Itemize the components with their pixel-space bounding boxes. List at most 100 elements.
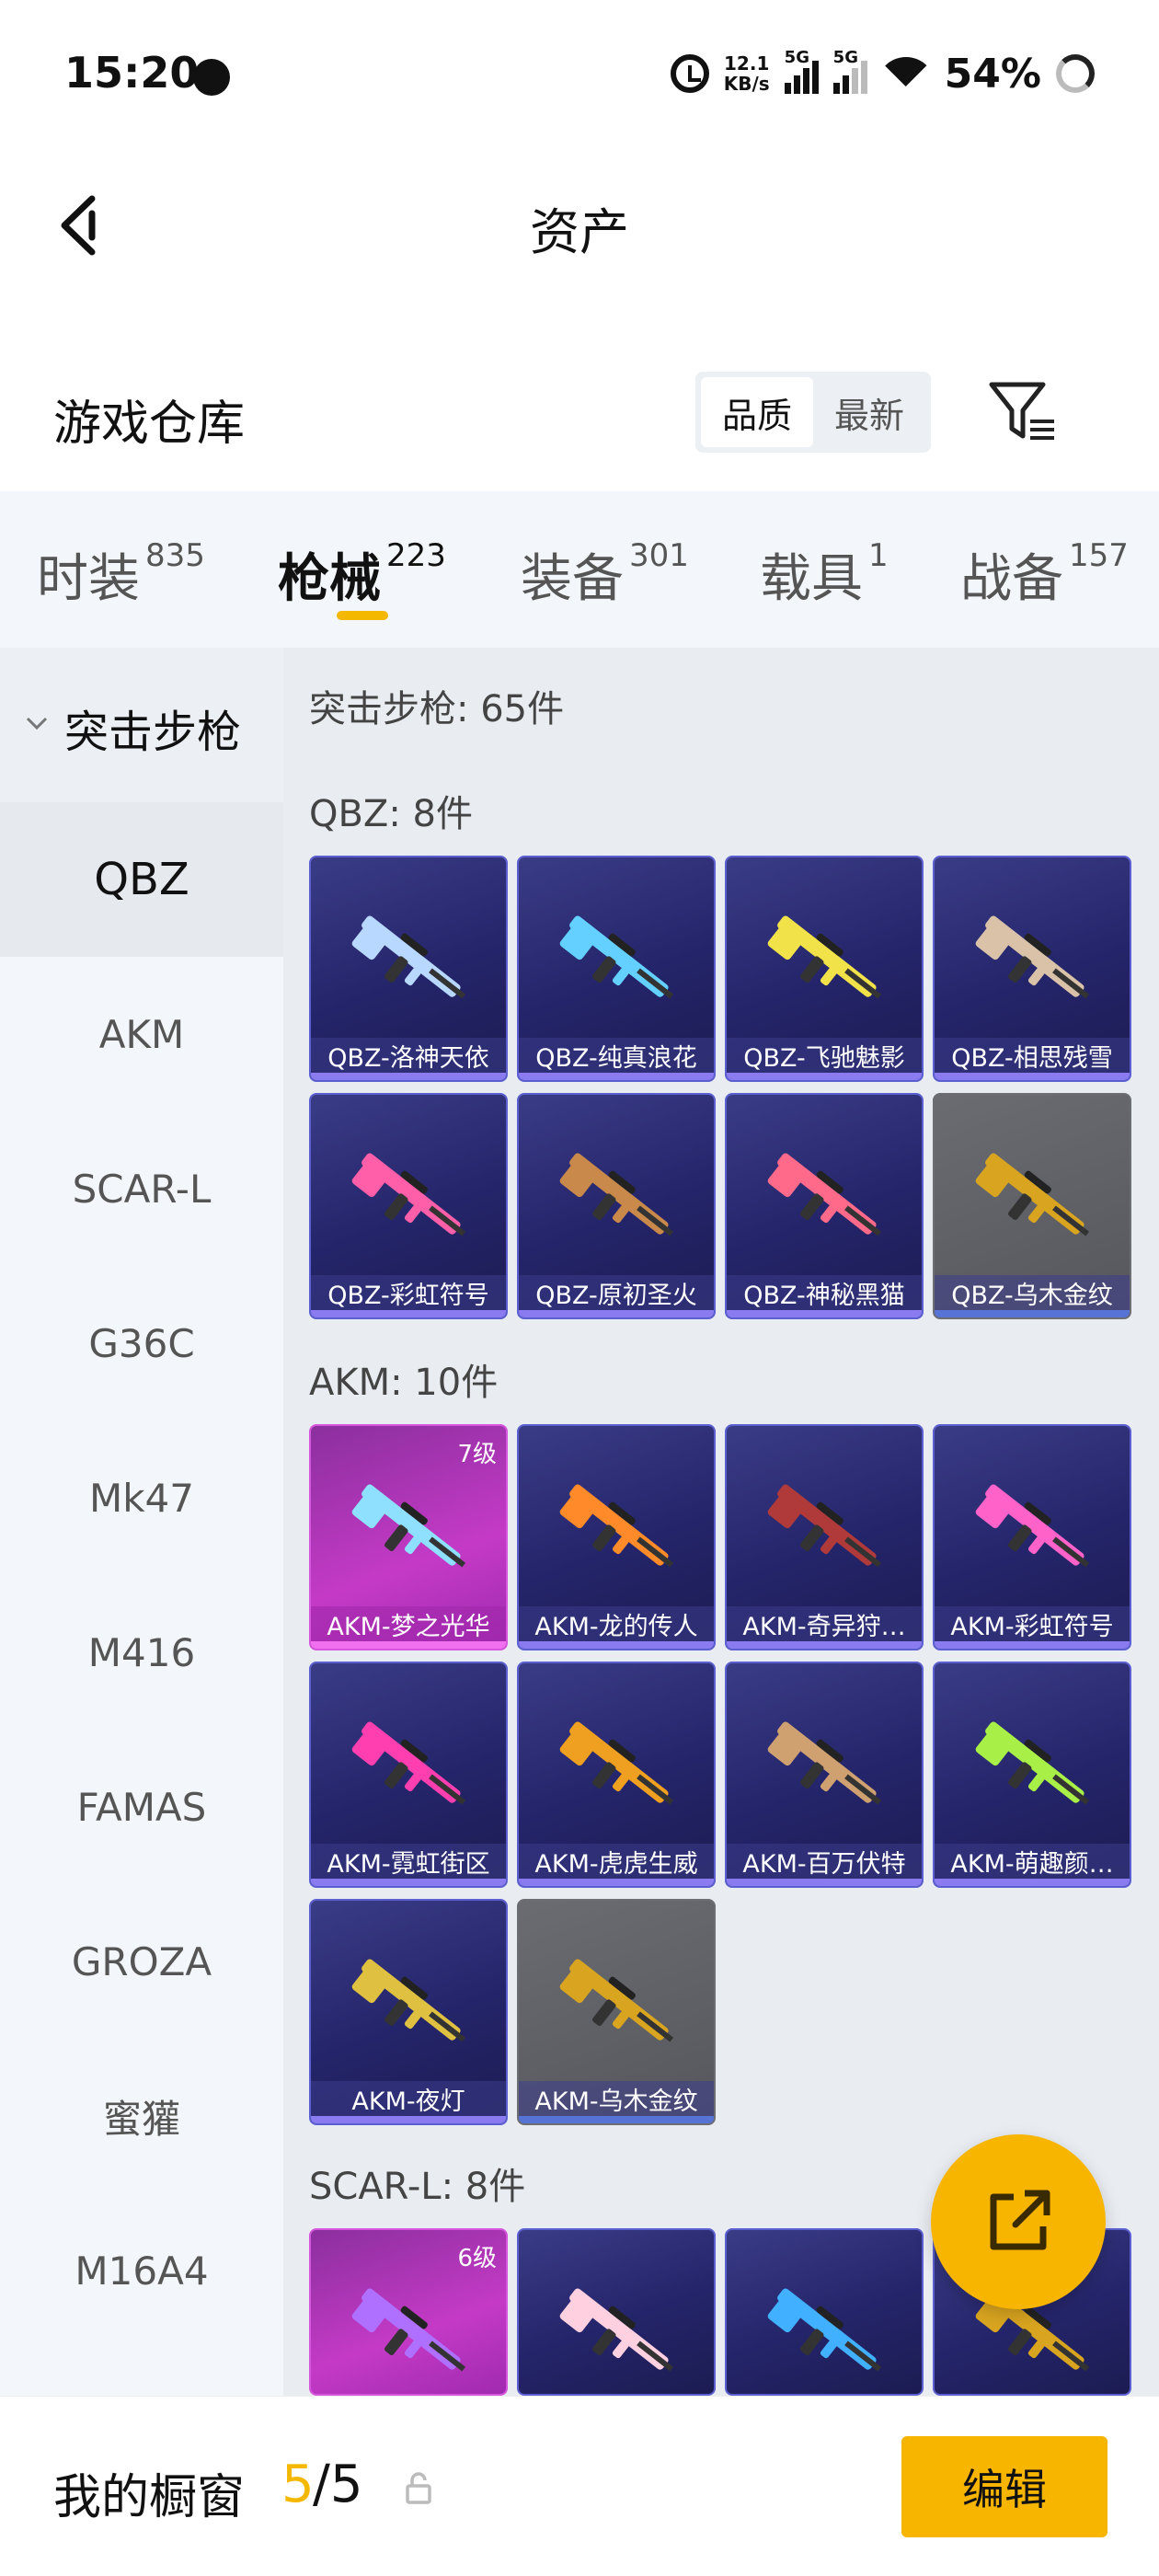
- filter-icon[interactable]: [988, 379, 1058, 443]
- share-icon: [990, 2190, 1050, 2250]
- weapon-name: AKM-虎虎生威: [519, 1844, 714, 1886]
- weapon-card[interactable]: QBZ-乌木金纹: [933, 1093, 1131, 1319]
- section-title: AKM: 10件: [309, 1362, 499, 1404]
- tab-guns[interactable]: 枪械 223: [278, 537, 446, 612]
- weapon-name: AKM-夜灯: [311, 2081, 506, 2123]
- weapon-card[interactable]: AKM-萌趣颜…: [933, 1662, 1131, 1888]
- sidebar-group-label: 突击步枪: [64, 707, 242, 758]
- rifle-icon: [351, 1484, 466, 1568]
- weapon-card[interactable]: [517, 2228, 716, 2396]
- edit-button[interactable]: 编辑: [901, 2436, 1107, 2537]
- rifle-icon: [975, 1721, 1090, 1805]
- globe-icon: [193, 59, 230, 96]
- weapon-card[interactable]: AKM-龙的传人: [517, 1424, 716, 1650]
- tab-supplies[interactable]: 战备 157: [960, 537, 1129, 612]
- weapon-card[interactable]: QBZ-洛神天依: [309, 856, 508, 1082]
- weapon-name: AKM-龙的传人: [519, 1606, 714, 1649]
- weapon-card[interactable]: AKM-百万伏特: [725, 1662, 924, 1888]
- weapon-card[interactable]: QBZ-原初圣火: [517, 1093, 716, 1319]
- page-title: 资产: [530, 203, 629, 261]
- battery-ring-icon: [1056, 54, 1095, 93]
- weapon-card[interactable]: QBZ-相思残雪: [933, 856, 1131, 1082]
- weapon-name: QBZ-彩虹符号: [311, 1275, 506, 1317]
- sidebar-item[interactable]: AKM: [0, 957, 283, 1111]
- rifle-icon: [975, 1484, 1090, 1568]
- rifle-icon: [351, 915, 466, 999]
- sidebar-item[interactable]: M16A4: [0, 2193, 283, 2348]
- level-badge: 7级: [457, 1441, 497, 1468]
- signal-icon-2: 5G: [832, 48, 867, 94]
- weapon-card[interactable]: AKM-乌木金纹: [517, 1899, 716, 2125]
- sidebar-item[interactable]: 蜜獾: [0, 2039, 283, 2193]
- weapon-card[interactable]: QBZ-纯真浪花: [517, 856, 716, 1082]
- weapon-name: QBZ-相思残雪: [935, 1038, 1130, 1080]
- rifle-icon: [767, 1721, 882, 1805]
- rifle-icon: [767, 1484, 882, 1568]
- rifle-icon: [559, 2288, 674, 2372]
- rifle-icon: [975, 915, 1090, 999]
- sort-quality-button[interactable]: 品质: [701, 377, 813, 447]
- battery-level: 54%: [944, 50, 1041, 98]
- rifle-icon: [559, 1153, 674, 1236]
- rifle-icon: [351, 2288, 466, 2372]
- sidebar-item[interactable]: Mk47: [0, 1420, 283, 1575]
- tab-equipment[interactable]: 装备 301: [521, 537, 689, 612]
- sidebar-item[interactable]: M416: [0, 1575, 283, 1730]
- rifle-icon: [351, 1721, 466, 1805]
- section-title: QBZ: 8件: [309, 793, 473, 835]
- lock-icon: [406, 2472, 431, 2504]
- tab-fashion[interactable]: 时装 835: [37, 537, 205, 612]
- sort-toggle: 品质 最新: [695, 372, 931, 453]
- showcase-total-count: /5: [313, 2455, 363, 2514]
- weapon-name: QBZ-纯真浪花: [519, 1038, 714, 1080]
- weapon-card[interactable]: QBZ-神秘黑猫: [725, 1093, 924, 1319]
- weapon-name: QBZ-原初圣火: [519, 1275, 714, 1317]
- weapon-name: AKM-梦之光华: [311, 1606, 506, 1649]
- weapon-card[interactable]: AKM-夜灯: [309, 1899, 508, 2125]
- sidebar-item[interactable]: GROZA: [0, 1884, 283, 2039]
- rifle-icon: [767, 1153, 882, 1236]
- weapon-card[interactable]: QBZ-彩虹符号: [309, 1093, 508, 1319]
- showcase-label: 我的橱窗: [53, 2470, 246, 2525]
- showcase-current-count: 5: [281, 2455, 315, 2514]
- weapon-name: AKM-彩虹符号: [935, 1606, 1130, 1649]
- category-summary: 突击步枪: 65件: [309, 688, 565, 730]
- status-bar: 15:20 12.1 KB/s 5G 5G 54%: [0, 0, 1159, 152]
- weapon-name: AKM-乌木金纹: [519, 2081, 714, 2123]
- weapon-name: AKM-奇异狩…: [727, 1606, 922, 1649]
- sidebar-item[interactable]: FAMAS: [0, 1730, 283, 1884]
- rifle-icon: [767, 2288, 882, 2372]
- weapon-card[interactable]: [725, 2228, 924, 2396]
- weapon-name: AKM-百万伏特: [727, 1844, 922, 1886]
- weapon-name: AKM-萌趣颜…: [935, 1844, 1130, 1886]
- level-badge: 6级: [457, 2245, 497, 2272]
- wifi-icon: [882, 55, 930, 92]
- rifle-icon: [559, 915, 674, 999]
- weapon-name: AKM-霓虹街区: [311, 1844, 506, 1886]
- rifle-icon: [559, 1959, 674, 2042]
- rifle-icon: [975, 1153, 1090, 1236]
- weapon-card[interactable]: QBZ-飞驰魅影: [725, 856, 924, 1082]
- sidebar-item[interactable]: QBZ: [0, 802, 283, 957]
- status-time: 15:20: [64, 48, 200, 98]
- rifle-icon: [351, 1153, 466, 1236]
- rifle-icon: [767, 915, 882, 999]
- weapon-card[interactable]: 7级 AKM-梦之光华: [309, 1424, 508, 1650]
- sidebar-item[interactable]: G36C: [0, 1266, 283, 1420]
- status-indicators: 12.1 KB/s 5G 5G 54%: [670, 46, 1095, 101]
- alarm-icon: [670, 54, 709, 93]
- weapon-card[interactable]: AKM-虎虎生威: [517, 1662, 716, 1888]
- weapon-name: QBZ-神秘黑猫: [727, 1275, 922, 1317]
- sort-latest-button[interactable]: 最新: [813, 377, 925, 447]
- weapon-card[interactable]: AKM-霓虹街区: [309, 1662, 508, 1888]
- tab-active-indicator: [337, 611, 388, 620]
- weapon-card[interactable]: AKM-奇异狩…: [725, 1424, 924, 1650]
- sidebar-item[interactable]: SCAR-L: [0, 1111, 283, 1266]
- weapon-card[interactable]: 6级: [309, 2228, 508, 2396]
- rifle-icon: [559, 1721, 674, 1805]
- tab-vehicles[interactable]: 载具 1: [760, 537, 889, 612]
- weapon-card[interactable]: AKM-彩虹符号: [933, 1424, 1131, 1650]
- rifle-icon: [559, 1484, 674, 1568]
- weapon-name: QBZ-洛神天依: [311, 1038, 506, 1080]
- category-tabs: 时装 835 枪械 223 装备 301 载具 1 战备 157: [0, 491, 1159, 648]
